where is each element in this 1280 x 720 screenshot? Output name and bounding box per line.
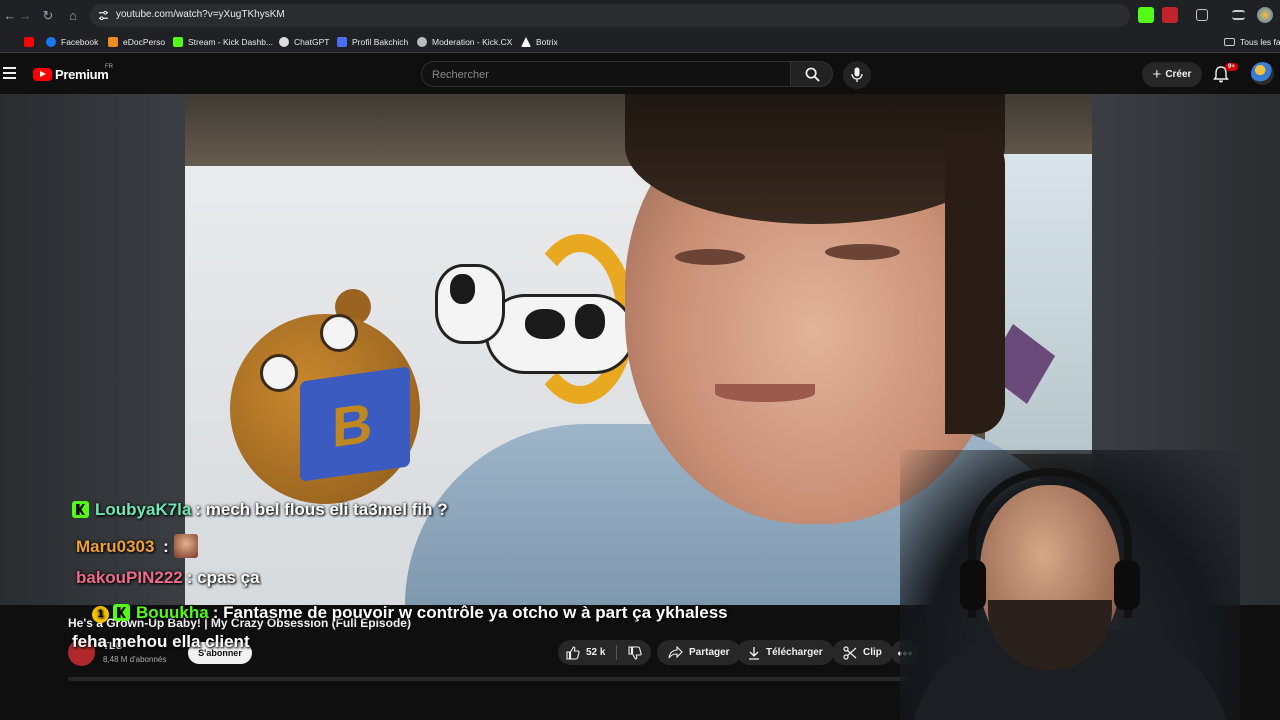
download-button[interactable]: Télécharger [737, 640, 834, 665]
moderation-icon [417, 37, 427, 47]
facebook-icon [46, 37, 56, 47]
youtube-logo[interactable]: Premium [33, 66, 109, 82]
chat-username: Maru0303 [76, 537, 155, 556]
chat-message: Maru0303 : [76, 534, 198, 558]
share-button[interactable]: Partager [657, 640, 741, 665]
mic-icon [851, 67, 863, 82]
address-bar[interactable]: youtube.com/watch?v=yXugTKhysKM [90, 4, 1130, 27]
bookmark-label: Tous les fa [1240, 37, 1280, 47]
share-label: Partager [689, 647, 730, 658]
home-icon[interactable]: ⌂ [65, 8, 81, 24]
bookmark-label: eDocPerso [123, 37, 166, 47]
bookmark-kick-dashboard[interactable]: Stream - Kick Dashb... [173, 36, 273, 48]
subscriber-count: 8,48 M d'abonnés [103, 655, 167, 664]
edocperso-icon [108, 37, 118, 47]
youtube-icon [24, 37, 34, 47]
chat-text: : mech bel flous eli ta3mel fih ? [195, 500, 448, 519]
chat-message-continuation: feha mehou ella client [72, 632, 250, 652]
kick-badge-icon [72, 501, 89, 518]
voice-search-button[interactable] [843, 61, 871, 89]
site-info-icon[interactable] [98, 10, 109, 21]
url-text: youtube.com/watch?v=yXugTKhysKM [116, 9, 285, 20]
extensions-icon[interactable] [1196, 9, 1208, 21]
chat-text: feha mehou ella client [72, 632, 250, 651]
red-extension-icon[interactable] [1162, 7, 1178, 23]
chat-message: bakouPIN222: cpas ça [76, 568, 260, 588]
teddy-bear-decal: B [230, 284, 430, 504]
premium-label: Premium [55, 66, 109, 82]
bookmark-chatgpt[interactable]: ChatGPT [279, 36, 329, 48]
download-label: Télécharger [766, 647, 823, 658]
chat-text: : [158, 537, 169, 556]
search-input[interactable] [432, 68, 772, 82]
profile-icon[interactable] [1257, 7, 1273, 23]
chat-message: LoubyaK7la: mech bel flous eli ta3mel fi… [72, 500, 448, 520]
kick-icon [173, 37, 183, 47]
search-icon [805, 67, 820, 82]
bookmark-label: Profil Bakchich [352, 37, 409, 47]
search-box [421, 61, 790, 87]
reload-icon[interactable]: ↻ [40, 8, 56, 24]
like-dislike-group: 52 k [558, 640, 651, 665]
streamer-webcam [900, 450, 1240, 720]
headset-icon [968, 468, 1132, 618]
bookmark-label: Facebook [61, 37, 99, 47]
chat-username: bakouPIN222 [76, 568, 183, 587]
bookmarks-bar: Facebook eDocPerso Stream - Kick Dashb..… [0, 31, 1280, 53]
search-button[interactable] [790, 61, 833, 87]
bookmark-label: ChatGPT [294, 37, 330, 47]
bookmark-edocperso[interactable]: eDocPerso [108, 36, 165, 48]
back-icon[interactable]: ← [2, 8, 18, 24]
chat-username: LoubyaK7la [95, 500, 192, 519]
create-button[interactable]: + Créer [1142, 62, 1202, 87]
chat-text: : cpas ça [186, 568, 260, 587]
thumbs-up-icon [566, 645, 580, 660]
bakchich-icon [337, 37, 347, 47]
chat-emote-icon [173, 534, 198, 558]
account-avatar[interactable] [1251, 62, 1274, 85]
like-button[interactable]: 52 k [558, 640, 615, 665]
description-box-edge [68, 677, 908, 681]
kick-badge-icon [113, 604, 130, 621]
youtube-play-icon [33, 67, 52, 81]
share-icon [668, 646, 683, 659]
clip-label: Clip [863, 647, 882, 658]
bookmark-label: Stream - Kick Dashb... [188, 37, 274, 47]
download-icon [749, 646, 759, 660]
chat-text: : Fantasme de pouvoir w contrôle ya otch… [212, 603, 728, 622]
subscriber-badge-icon: 1 [92, 606, 109, 623]
menu-icon[interactable] [3, 67, 16, 79]
bookmark-label: Moderation - Kick.CX [432, 37, 513, 47]
youtube-bookmark[interactable] [24, 36, 34, 48]
forward-icon[interactable]: → [17, 8, 33, 24]
like-count: 52 k [586, 647, 606, 658]
chatgpt-icon [279, 37, 289, 47]
media-icon[interactable] [1232, 10, 1245, 20]
chat-username: Bouukha [136, 603, 209, 622]
cow-moon-decal [435, 234, 645, 434]
botrix-icon [521, 37, 531, 47]
browser-toolbar: ← → ↻ ⌂ youtube.com/watch?v=yXugTKhysKM [0, 0, 1280, 31]
dislike-button[interactable] [618, 640, 651, 665]
bookmark-label: Botrix [536, 37, 558, 47]
thumbs-down-icon [627, 645, 642, 660]
chat-message: 1 Bouukha: Fantasme de pouvoir w contrôle… [92, 603, 728, 623]
bookmark-profil-bakchich[interactable]: Profil Bakchich [337, 36, 408, 48]
kick-extension-icon[interactable] [1138, 7, 1154, 23]
clip-button[interactable]: Clip [832, 640, 893, 665]
create-label: Créer [1165, 69, 1192, 80]
country-code: FR [105, 64, 113, 70]
all-bookmarks[interactable]: Tous les fa [1224, 36, 1280, 48]
plus-icon: + [1152, 65, 1162, 83]
scissors-icon [843, 645, 857, 660]
folder-icon [1224, 38, 1235, 46]
notification-badge: 9+ [1225, 63, 1238, 71]
letter-block: B [300, 366, 410, 482]
bookmark-moderation-kick[interactable]: Moderation - Kick.CX [417, 36, 512, 48]
youtube-header: Premium FR + Créer 9+ [0, 54, 1280, 94]
bookmark-botrix[interactable]: Botrix [521, 36, 558, 48]
bookmark-facebook[interactable]: Facebook [46, 36, 98, 48]
